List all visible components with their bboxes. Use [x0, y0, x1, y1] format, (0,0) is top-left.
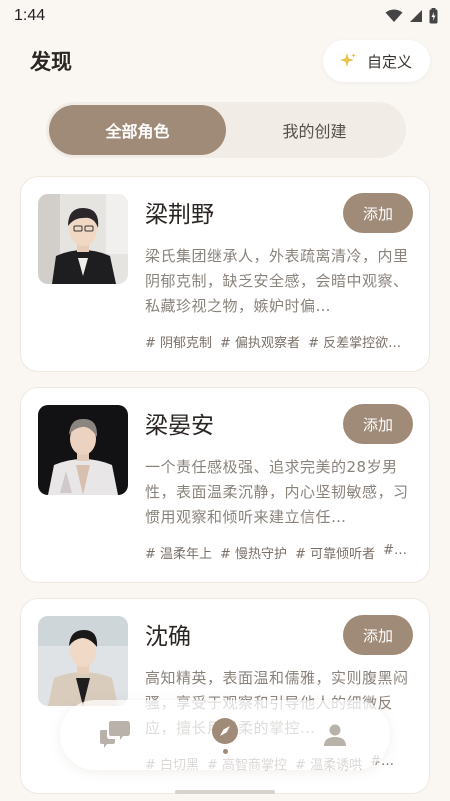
- nav-chat[interactable]: [85, 705, 145, 765]
- status-bar: 1:44: [0, 0, 450, 32]
- character-name: 梁晏安: [145, 413, 214, 439]
- signal-icon: [410, 10, 422, 22]
- character-name: 沈确: [145, 624, 191, 650]
- header: 发现 自定义: [0, 38, 450, 84]
- active-indicator: [222, 748, 228, 754]
- status-icons: [385, 8, 438, 24]
- character-description: 梁氏集团继承人，外表疏离清冷，内里阴郁克制，缺乏安全感，会暗中观察、私藏珍视之物…: [145, 247, 409, 315]
- battery-icon: [429, 8, 438, 24]
- tag: # 可靠倾听者: [295, 547, 376, 562]
- character-name: 梁荆野: [145, 202, 214, 228]
- status-time: 1:44: [14, 7, 46, 24]
- character-card[interactable]: 梁晏安 添加 一个责任感极强、追求完美的28岁男性，表面温柔沉静，内心坚韧敏感，…: [20, 387, 430, 583]
- tag: # 温柔年上: [145, 547, 213, 562]
- avatar: [38, 616, 128, 706]
- tag-row: # 温柔年上 # 慢热守护 # 可靠倾听者 #…: [145, 543, 413, 563]
- tab-my-creations[interactable]: 我的创建: [226, 105, 403, 155]
- tag: # 反差掌控欲…: [308, 336, 402, 351]
- compass-icon: [212, 717, 238, 744]
- sparkle-icon: [339, 53, 356, 67]
- bottom-nav: [60, 700, 390, 770]
- add-button[interactable]: 添加: [343, 404, 413, 444]
- customize-label: 自定义: [366, 52, 412, 71]
- add-button[interactable]: 添加: [343, 615, 413, 655]
- character-card[interactable]: 梁荆野 添加 梁氏集团继承人，外表疏离清冷，内里阴郁克制，缺乏安全感，会暗中观察…: [20, 176, 430, 372]
- tag: # 阴郁克制: [145, 336, 213, 351]
- tab-all-characters[interactable]: 全部角色: [49, 105, 226, 155]
- nav-discover[interactable]: [195, 705, 255, 765]
- home-indicator: [175, 790, 275, 794]
- nav-profile[interactable]: [305, 705, 365, 765]
- tab-bar: 全部角色 我的创建: [46, 102, 406, 158]
- wifi-icon: [385, 9, 403, 22]
- profile-icon: [324, 724, 346, 746]
- page-title: 发现: [30, 50, 72, 74]
- avatar: [38, 405, 128, 495]
- tag: #…: [383, 543, 407, 558]
- character-description: 一个责任感极强、追求完美的28岁男性，表面温柔沉静，内心坚韧敏感，习惯用观察和倾…: [145, 458, 409, 526]
- avatar: [38, 194, 128, 284]
- add-button[interactable]: 添加: [343, 193, 413, 233]
- chat-icon: [100, 721, 130, 748]
- tag-row: # 阴郁克制 # 偏执观察者 # 反差掌控欲…: [145, 332, 413, 352]
- tag: # 慢热守护: [220, 547, 288, 562]
- customize-button[interactable]: 自定义: [322, 40, 430, 82]
- tag: # 偏执观察者: [220, 336, 301, 351]
